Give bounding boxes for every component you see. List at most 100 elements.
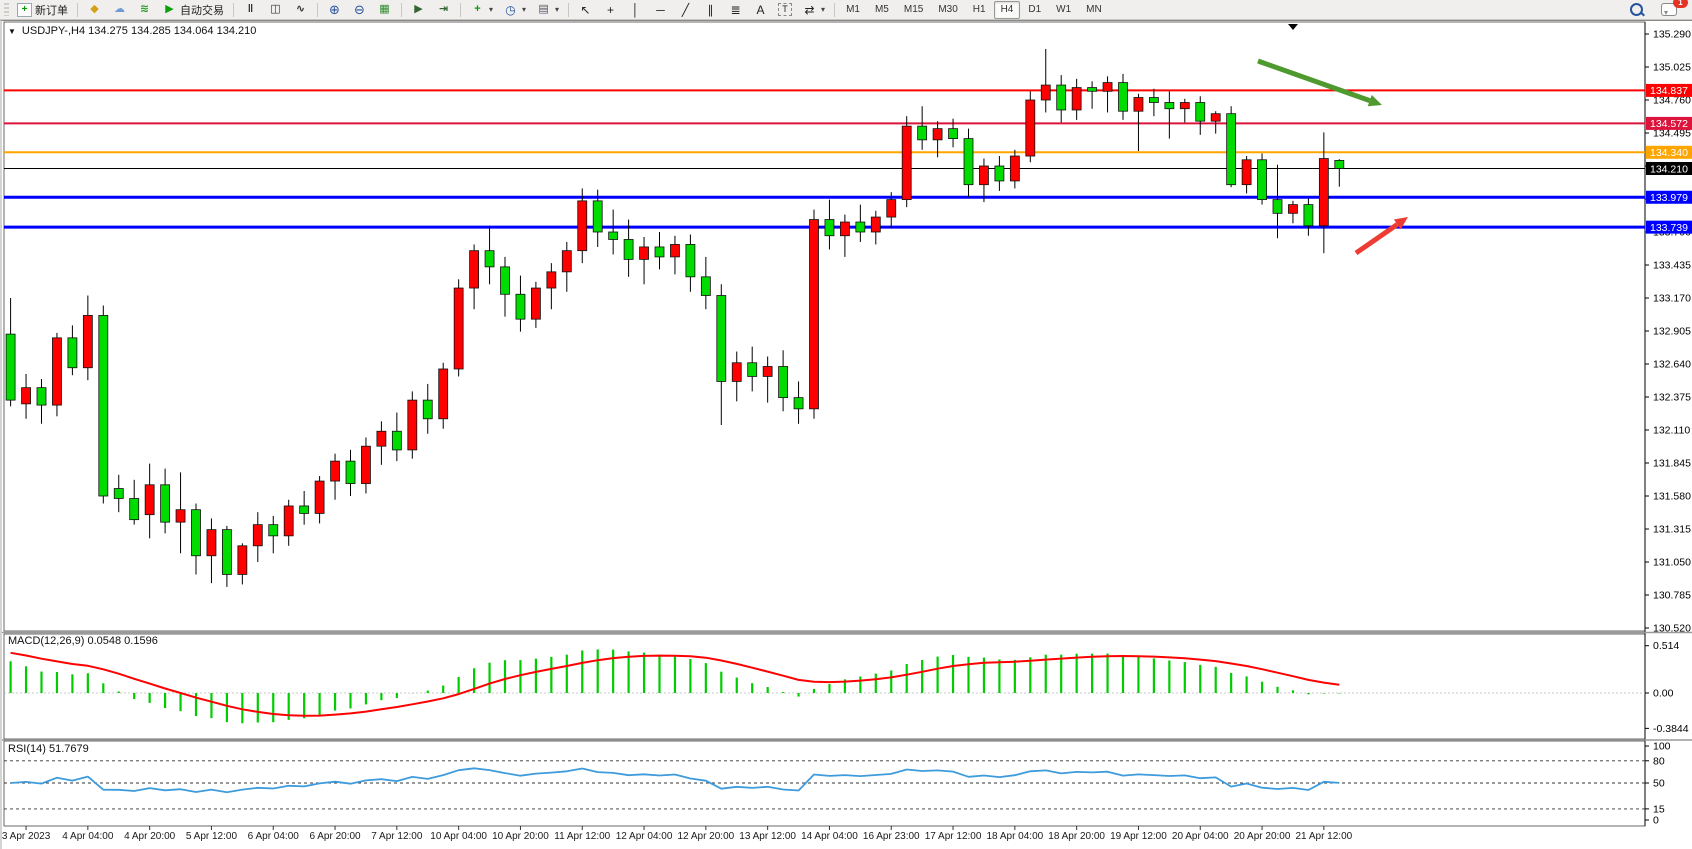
- line-chart-button[interactable]: ∿: [288, 0, 313, 19]
- auto-scroll-button[interactable]: ▶: [406, 0, 431, 19]
- trendline-button[interactable]: ╱: [673, 0, 698, 19]
- time-axis[interactable]: 3 Apr 20234 Apr 04:004 Apr 20:005 Apr 12…: [2, 826, 1353, 842]
- svg-text:134.340: 134.340: [1650, 147, 1688, 159]
- tile-windows-button[interactable]: ▦: [372, 0, 397, 19]
- new-order-button[interactable]: +新订单: [12, 0, 73, 19]
- timeframe-mn[interactable]: MN: [1079, 1, 1109, 19]
- toolbar-right: 1: [1625, 0, 1692, 19]
- svg-text:131.845: 131.845: [1653, 458, 1691, 470]
- toolbar-separator: [77, 3, 78, 17]
- timeframe-m1[interactable]: M1: [839, 1, 867, 19]
- zoom-out-button[interactable]: ⊖: [347, 0, 372, 19]
- timeframe-m15[interactable]: M15: [897, 1, 930, 19]
- community-button[interactable]: ☁: [107, 0, 132, 19]
- equidistant-channel-button[interactable]: ∥: [698, 0, 723, 19]
- svg-text:19 Apr 12:00: 19 Apr 12:00: [1110, 831, 1167, 842]
- arrows-button[interactable]: ⇄▾: [797, 0, 830, 19]
- svg-text:13 Apr 12:00: 13 Apr 12:00: [739, 831, 796, 842]
- svg-text:16 Apr 23:00: 16 Apr 23:00: [863, 831, 920, 842]
- signals-icon: ≋: [137, 3, 152, 17]
- vertical-line-icon: │: [628, 3, 643, 17]
- svg-text:12 Apr 04:00: 12 Apr 04:00: [616, 831, 673, 842]
- svg-text:10 Apr 04:00: 10 Apr 04:00: [430, 831, 487, 842]
- svg-text:134.210: 134.210: [1650, 163, 1688, 175]
- toolbar-separator: [233, 3, 234, 17]
- bar-chart-icon: ‖: [243, 3, 258, 17]
- svg-text:132.375: 132.375: [1653, 392, 1691, 404]
- notifications-button[interactable]: 1: [1656, 0, 1682, 19]
- svg-text:134.572: 134.572: [1650, 118, 1688, 130]
- svg-text:17 Apr 12:00: 17 Apr 12:00: [925, 831, 982, 842]
- indicators-caret-icon: ▾: [489, 5, 493, 14]
- templates-icon: ▤: [536, 3, 551, 17]
- svg-text:21 Apr 12:00: 21 Apr 12:00: [1295, 831, 1352, 842]
- horizontal-line-button[interactable]: ─: [648, 0, 673, 19]
- community-icon: ☁: [112, 3, 127, 17]
- timeframe-h1[interactable]: H1: [966, 1, 993, 19]
- svg-text:12 Apr 20:00: 12 Apr 20:00: [677, 831, 734, 842]
- fibonacci-button[interactable]: ≣: [723, 0, 748, 19]
- chart-shift-button[interactable]: ⇥: [431, 0, 456, 19]
- trendline-icon: ╱: [678, 3, 693, 17]
- svg-text:6 Apr 20:00: 6 Apr 20:00: [309, 831, 361, 842]
- new-order-label: 新订单: [35, 2, 68, 18]
- svg-text:134.837: 134.837: [1650, 85, 1688, 97]
- svg-text:133.979: 133.979: [1650, 192, 1688, 204]
- svg-text:4 Apr 20:00: 4 Apr 20:00: [124, 831, 176, 842]
- timeframe-m30[interactable]: M30: [931, 1, 964, 19]
- zoom-in-icon: ⊕: [327, 3, 342, 17]
- zoom-out-icon: ⊖: [352, 3, 367, 17]
- zoom-in-button[interactable]: ⊕: [322, 0, 347, 19]
- pane-borders: [4, 22, 1645, 826]
- macd-label: MACD(12,26,9) 0.0548 0.1596: [8, 635, 158, 647]
- gold-button[interactable]: ◆: [82, 0, 107, 19]
- bar-chart-button[interactable]: ‖: [238, 0, 263, 19]
- svg-text:80: 80: [1653, 755, 1665, 767]
- timeframe-m5[interactable]: M5: [868, 1, 896, 19]
- periods-button[interactable]: ◷▾: [498, 0, 531, 19]
- templates-button[interactable]: ▤▾: [531, 0, 564, 19]
- svg-text:130.520: 130.520: [1653, 623, 1691, 635]
- chart-window[interactable]: ▼ USDJPY-,H4 134.275 134.285 134.064 134…: [0, 20, 1692, 849]
- svg-text:135.290: 135.290: [1653, 29, 1691, 41]
- toolbar-separator: [568, 3, 569, 17]
- notification-badge: 1: [1673, 0, 1688, 8]
- text-button[interactable]: A: [748, 0, 773, 19]
- svg-text:100: 100: [1653, 741, 1671, 753]
- svg-text:10 Apr 20:00: 10 Apr 20:00: [492, 831, 549, 842]
- auto-trading-label: 自动交易: [180, 2, 224, 18]
- toolbar-separator: [834, 3, 835, 17]
- signals-button[interactable]: ≋: [132, 0, 157, 19]
- horizontal-line-icon: ─: [653, 3, 668, 17]
- toolbar-grip[interactable]: [4, 3, 9, 16]
- chart-title: ▼ USDJPY-,H4 134.275 134.285 134.064 134…: [8, 25, 256, 37]
- chart-title-text: USDJPY-,H4 134.275 134.285 134.064 134.2…: [22, 25, 256, 37]
- svg-text:3 Apr 2023: 3 Apr 2023: [2, 831, 51, 842]
- main-toolbar: +新订单◆☁≋▶自动交易‖◫∿⊕⊖▦▶⇥+▾◷▾▤▾↖+│─╱∥≣AT⇄▾ M1…: [0, 0, 1692, 20]
- svg-text:20 Apr 20:00: 20 Apr 20:00: [1234, 831, 1291, 842]
- text-label-button[interactable]: T: [773, 0, 797, 19]
- svg-text:133.435: 133.435: [1653, 260, 1691, 272]
- timeframe-toolbar: M1M5M15M30H1H4D1W1MN: [839, 1, 1109, 19]
- search-button[interactable]: [1625, 0, 1648, 19]
- timeframe-h4[interactable]: H4: [994, 1, 1021, 19]
- indicators-button[interactable]: +▾: [465, 0, 498, 19]
- vertical-line-button[interactable]: │: [623, 0, 648, 19]
- auto-trading-button[interactable]: ▶自动交易: [157, 0, 229, 19]
- timeframe-w1[interactable]: W1: [1049, 1, 1078, 19]
- svg-text:131.050: 131.050: [1653, 557, 1691, 569]
- timeframe-d1[interactable]: D1: [1021, 1, 1048, 19]
- gold-icon: ◆: [87, 3, 102, 17]
- svg-text:130.785: 130.785: [1653, 590, 1691, 602]
- svg-text:132.640: 132.640: [1653, 359, 1691, 371]
- collapse-icon[interactable]: ▼: [8, 27, 16, 36]
- text-label-icon: T: [778, 3, 792, 16]
- cursor-button[interactable]: ↖: [573, 0, 598, 19]
- chart-canvas[interactable]: 135.290135.025134.760134.495134.230133.9…: [2, 21, 1692, 849]
- periods-icon: ◷: [503, 3, 518, 17]
- candlestick-chart-button[interactable]: ◫: [263, 0, 288, 19]
- line-chart-icon: ∿: [293, 3, 308, 17]
- crosshair-button[interactable]: +: [598, 0, 623, 19]
- templates-caret-icon: ▾: [555, 5, 559, 14]
- svg-text:0.00: 0.00: [1653, 688, 1674, 700]
